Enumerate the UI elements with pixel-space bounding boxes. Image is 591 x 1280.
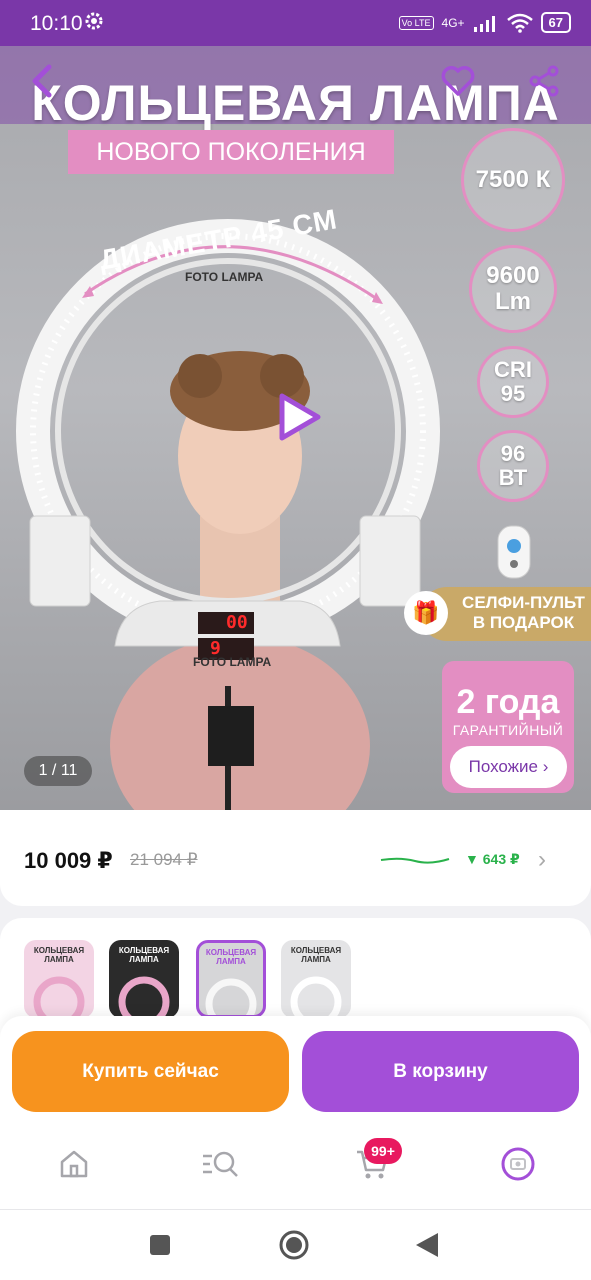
home-icon xyxy=(60,1150,88,1178)
favorite-button[interactable] xyxy=(438,61,478,101)
lamp-display: 00 xyxy=(226,612,248,633)
hero-subtitle: НОВОГО ПОКОЛЕНИЯ xyxy=(68,130,394,174)
cart-badge: 99+ xyxy=(364,1138,402,1164)
share-button[interactable] xyxy=(524,61,564,101)
thumbnail-4-ring xyxy=(290,976,342,1018)
volte-indicator: Vo LTE xyxy=(398,15,434,30)
thumbnail-1-ring xyxy=(33,976,85,1018)
network-type: 4G+ xyxy=(441,15,465,30)
hero-title: КОЛЬЦЕВАЯ ЛАМПА xyxy=(31,75,560,131)
image-counter: 1 / 11 xyxy=(24,756,92,786)
battery-icon: 67 xyxy=(540,12,571,33)
thumbnail-1-label: КОЛЬЦЕВАЯ ЛАМПА xyxy=(33,946,85,964)
spec-lumens-value: 9600 xyxy=(486,261,540,289)
thumbnail-2-label: КОЛЬЦЕВАЯ ЛАМПА xyxy=(118,946,170,964)
chevron-right-icon[interactable]: › xyxy=(538,846,546,874)
system-navigation-bar xyxy=(0,1210,591,1280)
price-drop: ▼ 643 ₽ xyxy=(465,851,520,867)
thumbnail-2[interactable]: КОЛЬЦЕВАЯ ЛАМПА xyxy=(109,940,179,1018)
gift-banner: 🎁 СЕЛФИ-ПУЛЬТ В ПОДАРОК xyxy=(404,587,591,641)
spec-cri: CRI 95 xyxy=(477,346,549,418)
profile-icon xyxy=(501,1147,535,1181)
thumbnail-3-ring xyxy=(205,978,257,1015)
bottom-navigation: 99+ xyxy=(0,1124,591,1210)
signal-icon xyxy=(473,15,495,32)
spec-cri-value: 95 xyxy=(500,381,526,406)
current-price: 10 009 ₽ xyxy=(24,848,113,873)
spec-temperature: 7500 К xyxy=(461,128,565,232)
warranty-years: 2 года xyxy=(456,683,560,721)
thumbnail-3-label: КОЛЬЦЕВАЯ ЛАМПА xyxy=(205,948,257,966)
thumbnail-4-label: КОЛЬЦЕВАЯ ЛАМПА xyxy=(290,946,342,964)
heart-icon xyxy=(441,66,475,96)
gift-line-2: В ПОДАРОК xyxy=(472,613,575,632)
nav-profile[interactable] xyxy=(496,1142,540,1186)
nav-home[interactable] xyxy=(52,1142,96,1186)
thumbnail-3[interactable]: КОЛЬЦЕВАЯ ЛАМПА xyxy=(196,940,266,1018)
status-time: 10:10 xyxy=(30,12,83,35)
price-card[interactable]: 10 009 ₽ 21 094 ₽ ▼ 643 ₽ › xyxy=(0,810,591,906)
action-bar: Купить сейчас В корзину xyxy=(0,1016,591,1124)
back-button[interactable] xyxy=(22,61,62,101)
status-right: Vo LTE 4G+ 67 xyxy=(398,12,571,33)
gift-icon: 🎁 xyxy=(404,591,448,635)
spec-lumens-unit: Lm xyxy=(495,288,531,315)
spec-power-value: 96 xyxy=(500,440,526,466)
product-image-gallery[interactable]: FOTO LAMPA FOTO LAMPA 00 9 КОЛЬЦЕВАЯ ЛАМ… xyxy=(0,46,591,810)
share-icon xyxy=(529,65,559,97)
spec-power-unit: ВТ xyxy=(498,465,528,490)
lamp-brand-top: FOTO LAMPA xyxy=(185,270,264,284)
lamp-display-2: 9 xyxy=(210,638,221,659)
add-to-cart-button[interactable]: В корзину xyxy=(302,1031,579,1112)
thumbnail-1[interactable]: КОЛЬЦЕВАЯ ЛАМПА xyxy=(24,940,94,1018)
chevron-left-icon xyxy=(32,64,52,98)
remote-control-icon xyxy=(497,525,531,579)
recent-apps-button[interactable] xyxy=(149,1234,171,1256)
status-bar: 10:10 Vo LTE 4G+ 67 xyxy=(0,0,591,46)
wifi-icon xyxy=(506,13,533,33)
gear-icon xyxy=(85,12,103,30)
spec-power: 96 ВТ xyxy=(477,430,549,502)
thumbnail-2-ring xyxy=(118,976,170,1018)
home-system-button[interactable] xyxy=(278,1229,310,1261)
warranty-label: ГАРАНТИЙНЫЙ xyxy=(452,722,564,738)
buy-now-button[interactable]: Купить сейчас xyxy=(12,1031,289,1112)
spec-temperature-value: 7500 К xyxy=(475,165,551,193)
old-price: 21 094 ₽ xyxy=(130,850,198,869)
catalog-search-icon xyxy=(203,1151,238,1177)
price-trend-sparkline xyxy=(380,857,450,864)
spec-lumens: 9600 Lm xyxy=(469,245,557,333)
play-video-button[interactable] xyxy=(270,390,324,444)
similar-button[interactable]: Похожие › xyxy=(450,746,567,788)
thumbnail-4[interactable]: КОЛЬЦЕВАЯ ЛАМПА xyxy=(281,940,351,1018)
spec-cri-label: CRI xyxy=(494,356,532,382)
back-system-button[interactable] xyxy=(414,1231,440,1259)
gift-line-1: СЕЛФИ-ПУЛЬТ xyxy=(462,593,585,612)
nav-catalog[interactable] xyxy=(198,1142,242,1186)
lamp-brand-bottom: FOTO LAMPA xyxy=(193,655,272,669)
